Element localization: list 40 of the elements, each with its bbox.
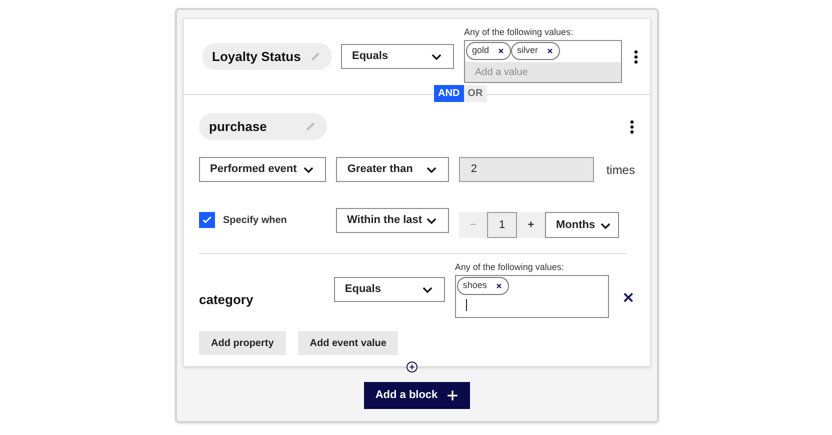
remove-icon bbox=[497, 47, 506, 55]
remove-icon bbox=[494, 282, 503, 290]
logic-tab[interactable]: AND bbox=[434, 85, 464, 102]
tag-label: silver bbox=[517, 44, 538, 58]
values-field[interactable]: shoes bbox=[454, 275, 610, 318]
checkbox[interactable] bbox=[199, 212, 215, 228]
value-input[interactable]: Add a value bbox=[465, 62, 621, 82]
dropdown[interactable]: Months bbox=[545, 212, 619, 238]
count-field[interactable]: 2 bbox=[458, 157, 594, 182]
add-button[interactable]: Add event value bbox=[298, 331, 398, 355]
dropdown[interactable]: Equals bbox=[334, 277, 445, 302]
property-chip[interactable]: Loyalty Status bbox=[202, 43, 332, 70]
property-name: purchase bbox=[209, 118, 267, 136]
tag-label: shoes bbox=[462, 279, 487, 292]
values-field[interactable]: gold silver Add a value bbox=[464, 40, 622, 83]
add-block-button[interactable]: Add a block bbox=[364, 382, 470, 409]
close-icon bbox=[622, 291, 635, 304]
pencil-icon bbox=[309, 50, 322, 63]
property-name: category bbox=[199, 291, 254, 309]
increment-button[interactable]: + bbox=[517, 212, 545, 238]
dropdown[interactable]: Equals bbox=[341, 44, 454, 69]
checkbox-label: Specify when bbox=[223, 214, 288, 228]
dropdown[interactable]: Greater than bbox=[336, 157, 449, 182]
field-label: Any of the following values: bbox=[454, 261, 565, 273]
add-button[interactable]: Add property bbox=[199, 331, 286, 355]
dropdown[interactable]: Performed event bbox=[199, 157, 326, 182]
check-icon bbox=[201, 214, 213, 226]
number-field[interactable]: 1 bbox=[487, 212, 517, 238]
pencil-icon bbox=[304, 120, 317, 133]
more-options-icon bbox=[634, 50, 638, 64]
tag-label: gold bbox=[472, 44, 490, 58]
remove-icon bbox=[546, 47, 554, 55]
text-cursor bbox=[466, 299, 467, 311]
more-options-icon bbox=[630, 120, 634, 134]
field-label: Any of the following values: bbox=[464, 26, 574, 38]
dropdown[interactable]: Within the last bbox=[336, 208, 449, 232]
property-chip[interactable]: purchase bbox=[199, 113, 327, 140]
property-name: Loyalty Status bbox=[212, 48, 301, 66]
plus-icon bbox=[446, 389, 459, 402]
unit-label: times bbox=[606, 162, 635, 178]
